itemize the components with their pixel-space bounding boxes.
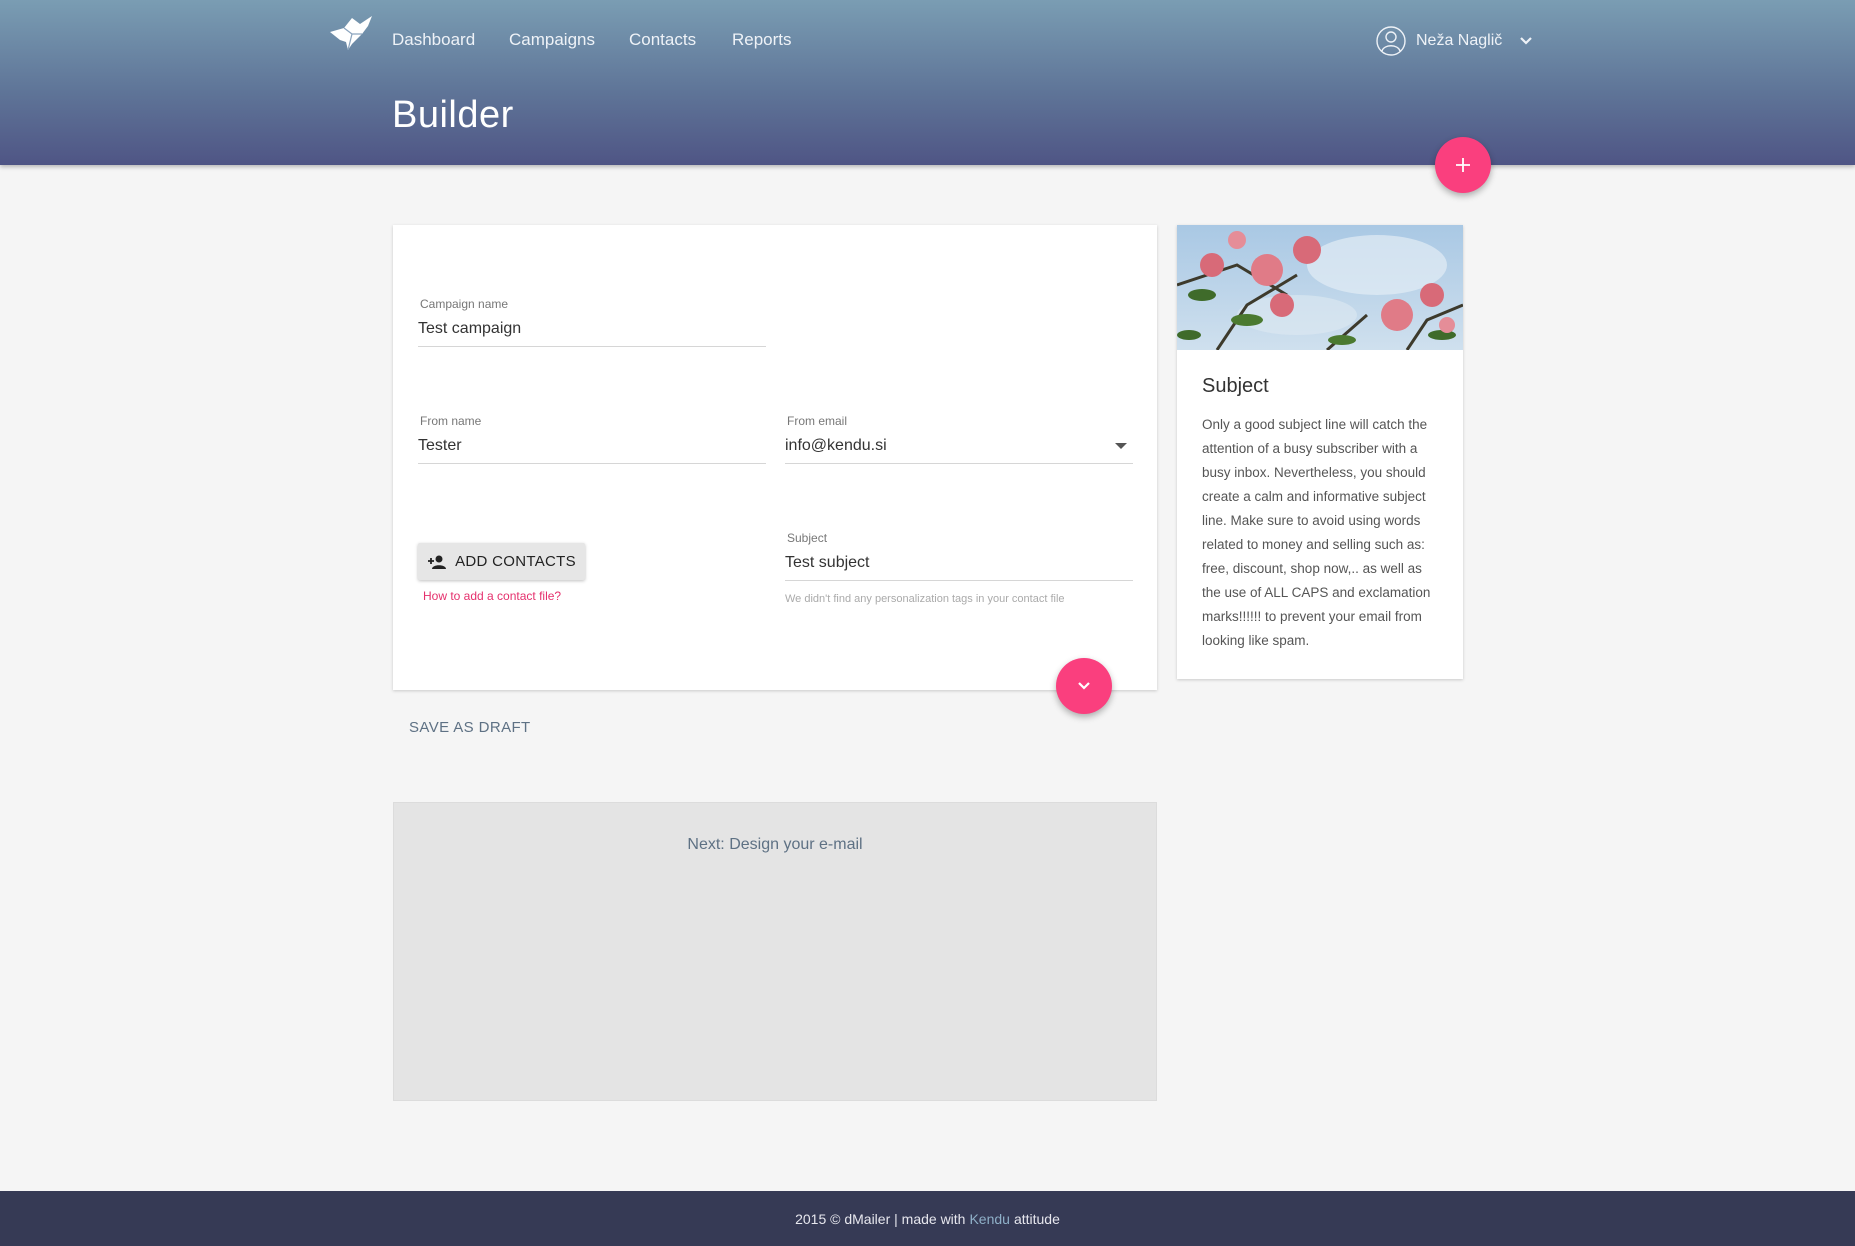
footer-copyright: 2015 © dMailer | made with [795,1210,966,1227]
subject-label: Subject [787,531,828,545]
dropdown-caret-icon [1115,442,1127,449]
add-contact-help-link[interactable]: How to add a contact file? [423,589,561,603]
bird-logo-icon[interactable] [328,14,374,50]
subject-tip-card: Subject Only a good subject line will ca… [1177,225,1463,679]
plus-icon [1456,158,1470,172]
nav-contacts[interactable]: Contacts [629,30,696,50]
save-as-draft-button[interactable]: SAVE AS DRAFT [409,719,531,736]
subject-hint: We didn't find any personalization tags … [785,593,1065,605]
from-email-label: From email [787,414,848,428]
footer: 2015 © dMailer | made with Kendu attitud… [0,1191,1855,1246]
from-email-field[interactable]: From email info@kendu.si [785,414,1133,464]
from-email-value: info@kendu.si [785,436,887,454]
add-contacts-button[interactable]: ADD CONTACTS [418,543,585,580]
info-title: Subject [1202,375,1269,397]
next-step-panel[interactable]: Next: Design your e-mail [393,802,1157,1101]
from-name-field[interactable]: From name Tester [418,414,766,464]
footer-suffix: attitude [1013,1210,1060,1227]
add-person-icon [428,555,447,569]
add-contacts-label: ADD CONTACTS [455,553,576,570]
nav-campaigns[interactable]: Campaigns [509,30,595,50]
info-body: Only a good subject line will catch the … [1202,417,1431,648]
campaign-name-field[interactable]: Campaign name Test campaign [418,297,766,347]
footer-brand-link[interactable]: Kendu [969,1211,1009,1227]
add-fab-button[interactable] [1435,137,1491,193]
page-title: Builder [392,94,514,136]
user-icon [1376,26,1406,56]
user-menu[interactable]: Neža Naglič [1376,24,1534,58]
user-name: Neža Naglič [1416,32,1503,49]
nav-reports[interactable]: Reports [732,30,792,50]
chevron-down-icon [1078,682,1090,690]
chevron-down-icon [1520,37,1533,45]
campaign-name-label: Campaign name [420,297,509,311]
flowers-image [1177,225,1463,350]
nav-dashboard[interactable]: Dashboard [392,30,475,50]
app-header: Dashboard Campaigns Contacts Reports Než… [0,0,1855,165]
next-step-label: Next: Design your e-mail [687,836,863,853]
campaign-form-card: Campaign name Test campaign From name Te… [393,225,1157,690]
subject-input[interactable]: Test subject [785,551,1133,581]
from-name-label: From name [420,414,482,428]
expand-fab-button[interactable] [1056,658,1112,714]
campaign-name-input[interactable]: Test campaign [418,317,766,347]
from-email-select[interactable]: info@kendu.si [785,434,1133,464]
from-name-input[interactable]: Tester [418,434,766,464]
subject-field[interactable]: Subject Test subject We didn't find any … [785,531,1133,605]
